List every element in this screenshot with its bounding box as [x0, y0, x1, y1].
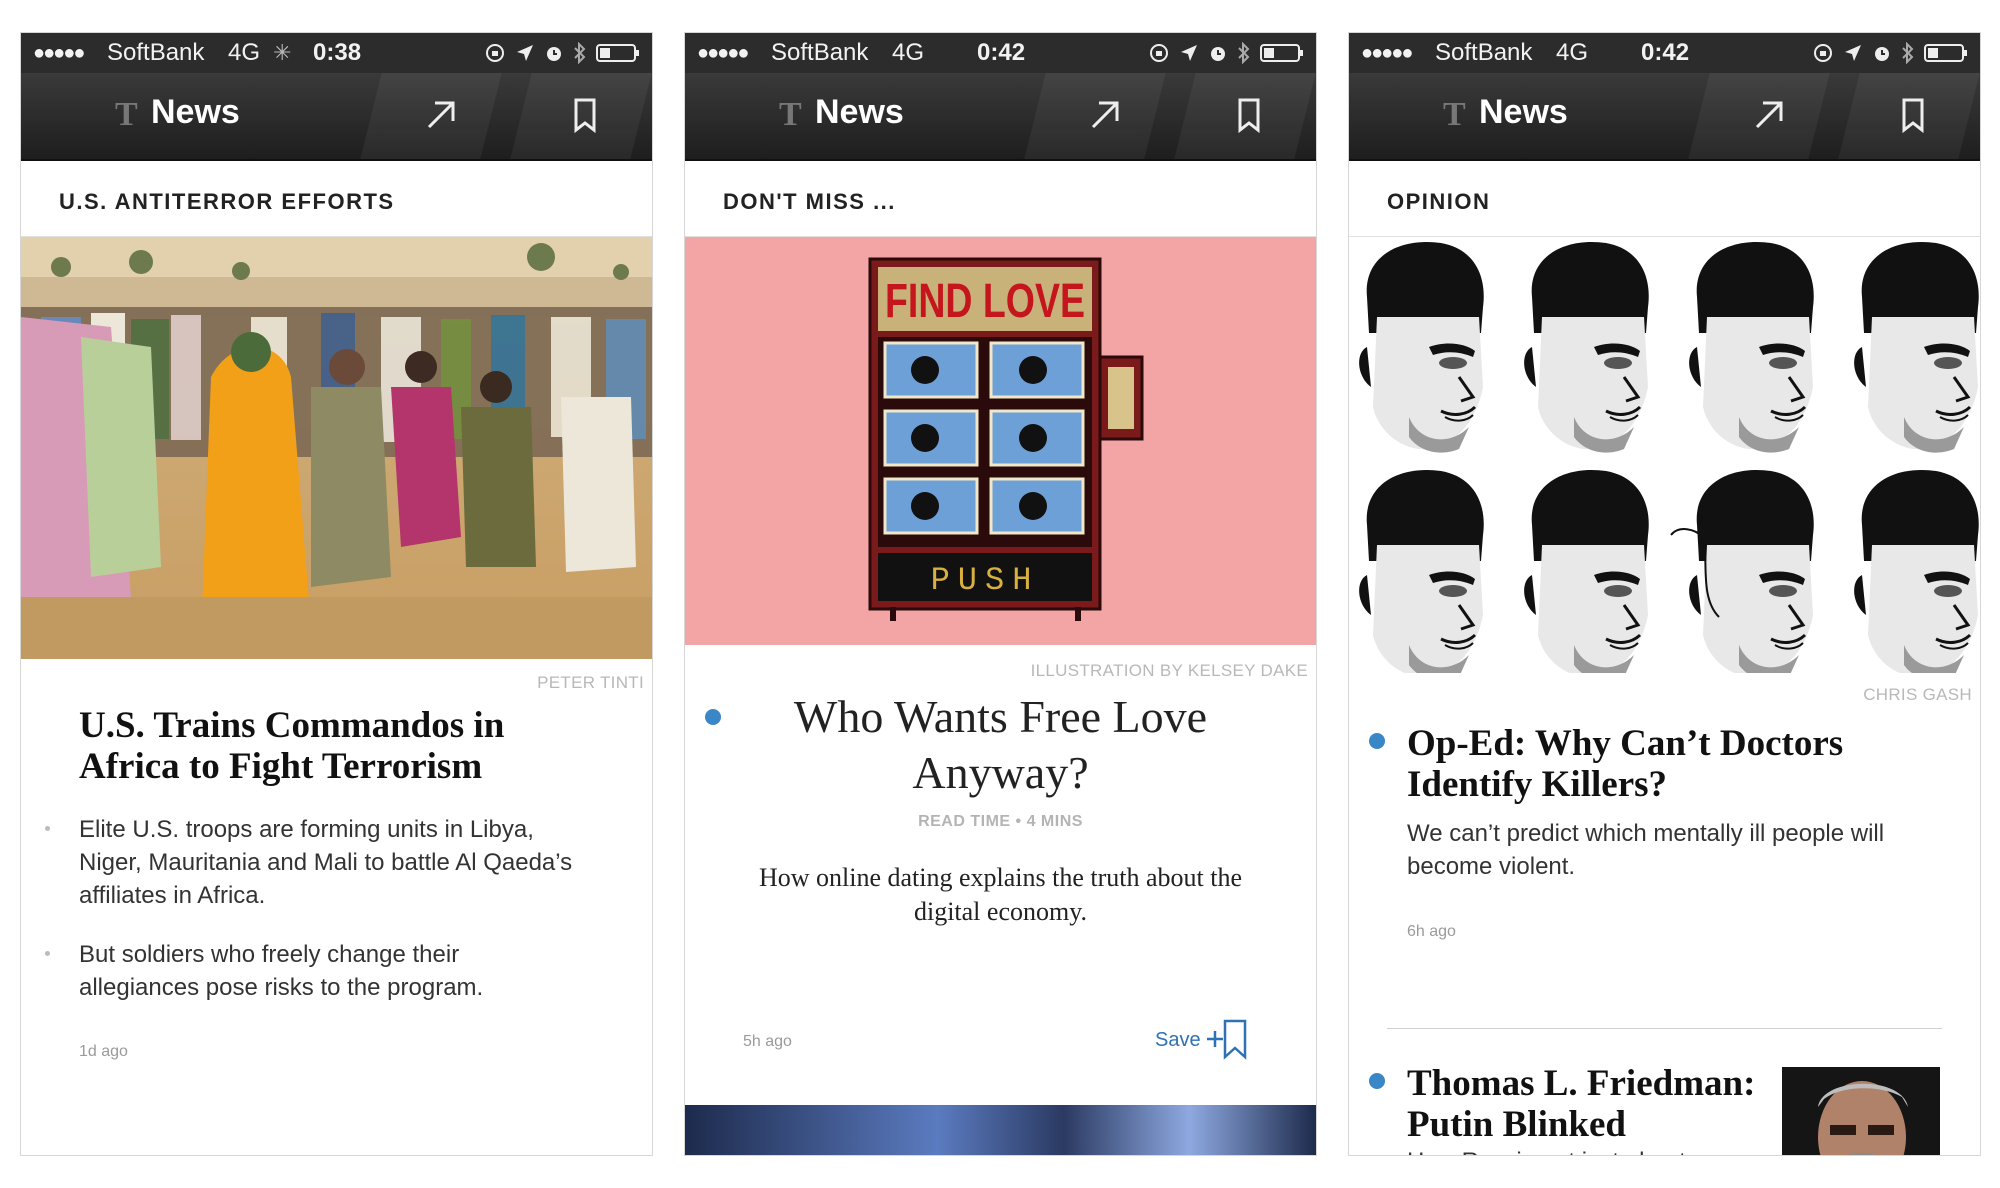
article-illustration[interactable]: FIND LOVE PUSH — [685, 237, 1316, 645]
save-button[interactable]: Save — [1155, 1029, 1201, 1052]
screen-dont-miss: ●●●●● SoftBank 4G 0:42 T News DON'T MISS… — [684, 32, 1317, 1156]
status-bar: ●●●●● SoftBank 4G ✳ 0:38 — [21, 33, 652, 73]
alarm-icon — [1211, 47, 1225, 61]
share-arrow-icon[interactable] — [1749, 95, 1789, 135]
bullet-text: But soldiers who freely change their all… — [79, 941, 484, 1001]
nav-title: News — [1479, 93, 1568, 131]
orientation-lock-icon — [1814, 44, 1832, 62]
svg-text:T: T — [1443, 96, 1466, 131]
bluetooth-icon — [1902, 42, 1914, 64]
crowd-photo — [21, 237, 652, 659]
bluetooth-icon — [1238, 42, 1250, 64]
alarm-icon — [1875, 47, 1889, 61]
faces-illustration — [1357, 240, 1980, 683]
status-bar: ●●●●● SoftBank 4G 0:42 — [685, 33, 1316, 73]
activity-spinner-icon: ✳ — [273, 40, 292, 65]
article-summary: How Russia got just about — [1407, 1145, 1767, 1155]
screen-opinion: ●●●●● SoftBank 4G 0:42 T News OPINION CH… — [1348, 32, 1981, 1156]
bullet-marker — [45, 826, 50, 831]
carrier-name: SoftBank — [771, 39, 869, 66]
time-ago: 1d ago — [79, 1043, 128, 1060]
battery-icon — [1924, 44, 1967, 62]
nav-title: News — [815, 93, 904, 131]
battery-icon — [1260, 44, 1303, 62]
article-headline[interactable]: Who Wants Free Love Anyway? — [685, 689, 1316, 801]
article-summary: We can’t predict which mentally ill peop… — [1407, 820, 1885, 880]
nyt-logo-icon: T — [1443, 96, 1466, 131]
illustration-credit: ILLUSTRATION BY KELSEY DAKE — [1030, 661, 1308, 680]
share-arrow-icon[interactable] — [1085, 95, 1125, 135]
unread-dot — [1369, 733, 1385, 749]
bluetooth-icon — [574, 42, 586, 64]
bookmark-icon[interactable] — [1231, 95, 1267, 135]
article-summary: How online dating explains the truth abo… — [758, 863, 1243, 926]
svg-text:T: T — [115, 96, 138, 131]
next-article-photo[interactable] — [685, 1105, 1316, 1155]
network-type: 4G — [228, 39, 261, 66]
bullet-marker — [45, 951, 50, 956]
article-photo[interactable] — [21, 237, 652, 659]
orientation-lock-icon — [1150, 44, 1168, 62]
nyt-logo-icon: T — [779, 96, 802, 131]
section-label: OPINION — [1387, 189, 1491, 214]
location-arrow-icon — [517, 45, 533, 61]
author-photo[interactable] — [1782, 1067, 1940, 1155]
share-arrow-icon[interactable] — [421, 95, 461, 135]
signal-dots: ●●●●● — [1361, 42, 1413, 64]
article-headline[interactable]: Op-Ed: Why Can’t Doctors Identify Killer… — [1407, 723, 1907, 805]
location-arrow-icon — [1181, 45, 1197, 61]
nav-bar: T News — [1349, 73, 1980, 161]
friedman-portrait — [1782, 1067, 1940, 1155]
nav-title: News — [151, 93, 240, 131]
bookmark-icon[interactable] — [1895, 95, 1931, 135]
illustration-credit: CHRIS GASH — [1863, 685, 1972, 704]
section-label: U.S. ANTITERROR EFFORTS — [59, 189, 395, 214]
push-label: PUSH — [931, 562, 1040, 599]
screen-antiterror: ●●●●● SoftBank 4G ✳ 0:38 T News U.S. ANT… — [20, 32, 653, 1156]
article-headline[interactable]: Thomas L. Friedman: Putin Blinked — [1407, 1063, 1767, 1145]
network-type: 4G — [892, 39, 925, 66]
network-type: 4G — [1556, 39, 1589, 66]
photo-credit: PETER TINTI — [537, 673, 644, 692]
save-bookmark-icon[interactable] — [1205, 1017, 1249, 1061]
section-label: DON'T MISS ... — [723, 189, 896, 214]
clock-time: 0:42 — [1641, 39, 1690, 66]
clock-time: 0:38 — [313, 39, 362, 66]
signal-dots: ●●●●● — [33, 42, 85, 64]
article-headline[interactable]: U.S. Trains Commandos in Africa to Fight… — [79, 705, 559, 787]
read-time: READ TIME • 4 MINS — [918, 813, 1083, 830]
signal-dots: ●●●●● — [697, 42, 749, 64]
location-arrow-icon — [1845, 45, 1861, 61]
nav-bar: T News — [685, 73, 1316, 161]
orientation-lock-icon — [486, 44, 504, 62]
alarm-icon — [547, 47, 561, 61]
clock-time: 0:42 — [977, 39, 1026, 66]
article-illustration[interactable] — [1349, 237, 1980, 683]
vending-machine-illustration: FIND LOVE PUSH — [868, 257, 1144, 621]
status-bar: ●●●●● SoftBank 4G 0:42 — [1349, 33, 1980, 73]
unread-dot — [1369, 1073, 1385, 1089]
carrier-name: SoftBank — [107, 39, 205, 66]
article-divider — [1387, 1028, 1942, 1029]
bookmark-icon[interactable] — [567, 95, 603, 135]
nav-bar: T News — [21, 73, 652, 161]
nyt-logo-icon: T — [115, 96, 138, 131]
time-ago: 5h ago — [743, 1033, 792, 1050]
time-ago: 6h ago — [1407, 923, 1456, 940]
find-love-sign: FIND LOVE — [885, 275, 1085, 328]
bullet-text: Elite U.S. troops are forming units in L… — [79, 816, 573, 909]
battery-icon — [596, 44, 639, 62]
carrier-name: SoftBank — [1435, 39, 1533, 66]
svg-text:T: T — [779, 96, 802, 131]
